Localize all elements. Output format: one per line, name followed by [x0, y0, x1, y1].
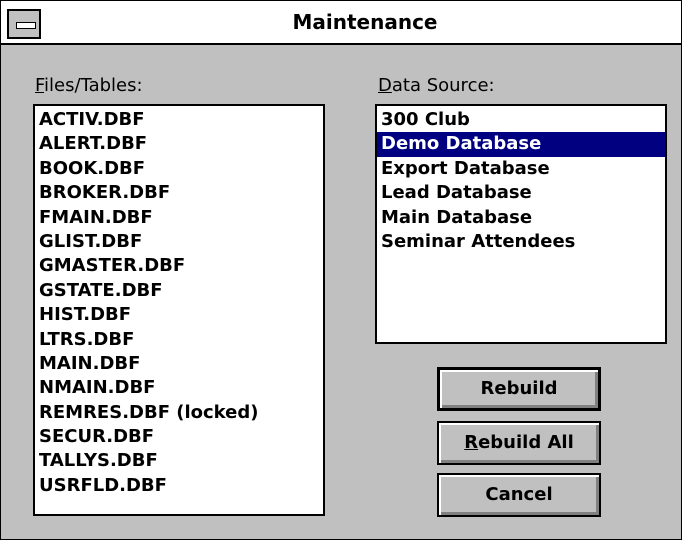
list-item[interactable]: Demo Database	[377, 132, 665, 157]
list-item[interactable]: Lead Database	[377, 181, 665, 205]
list-item[interactable]: TALLYS.DBF	[35, 449, 323, 473]
data-source-label: Data Source:	[378, 75, 495, 96]
list-item[interactable]: Export Database	[377, 157, 665, 181]
files-tables-label: Files/Tables:	[35, 75, 143, 96]
list-item[interactable]: Seminar Attendees	[377, 230, 665, 254]
data-source-listbox[interactable]: 300 Club Demo Database Export Database Lead…	[375, 104, 667, 344]
cancel-button[interactable]: Cancel	[437, 473, 601, 517]
list-item[interactable]: HIST.DBF	[35, 303, 323, 327]
rebuild-all-button[interactable]: Rebuild All	[437, 421, 601, 465]
list-item[interactable]: GLIST.DBF	[35, 230, 323, 254]
data-source-label-mnemonic: D	[378, 75, 392, 96]
list-item[interactable]: MAIN.DBF	[35, 352, 323, 376]
list-item[interactable]: 300 Club	[377, 108, 665, 132]
list-item[interactable]: REMRES.DBF (locked)	[35, 401, 323, 425]
list-item[interactable]: Main Database	[377, 206, 665, 230]
rebuild-all-mnemonic: R	[464, 432, 479, 453]
data-source-label-rest: ata Source:	[391, 75, 495, 96]
maintenance-dialog: Maintenance Files/Tables: ACTIV.DBF ALERT…	[0, 0, 682, 540]
title-bar: Maintenance	[1, 1, 681, 45]
list-item[interactable]: BROKER.DBF	[35, 181, 323, 205]
files-tables-listbox[interactable]: ACTIV.DBF ALERT.DBF BOOK.DBF BROKER.DBF FMAI…	[33, 104, 325, 516]
files-label-mnemonic: F	[35, 75, 45, 96]
list-item[interactable]: ALERT.DBF	[35, 132, 323, 156]
list-item[interactable]: GSTATE.DBF	[35, 279, 323, 303]
list-item[interactable]: BOOK.DBF	[35, 157, 323, 181]
list-item[interactable]: NMAIN.DBF	[35, 376, 323, 400]
list-item[interactable]: ACTIV.DBF	[35, 108, 323, 132]
files-label-rest: iles/Tables:	[44, 75, 143, 96]
minus-icon	[16, 22, 36, 29]
list-item[interactable]: FMAIN.DBF	[35, 206, 323, 230]
rebuild-button[interactable]: Rebuild	[437, 367, 601, 411]
rebuild-all-rest: ebuild All	[478, 432, 574, 453]
window-title: Maintenance	[292, 10, 438, 34]
list-item[interactable]: USRFLD.DBF	[35, 474, 323, 498]
list-item[interactable]: LTRS.DBF	[35, 328, 323, 352]
list-item[interactable]: SECUR.DBF	[35, 425, 323, 449]
list-item[interactable]: GMASTER.DBF	[35, 254, 323, 278]
system-menu-button[interactable]	[7, 9, 41, 39]
